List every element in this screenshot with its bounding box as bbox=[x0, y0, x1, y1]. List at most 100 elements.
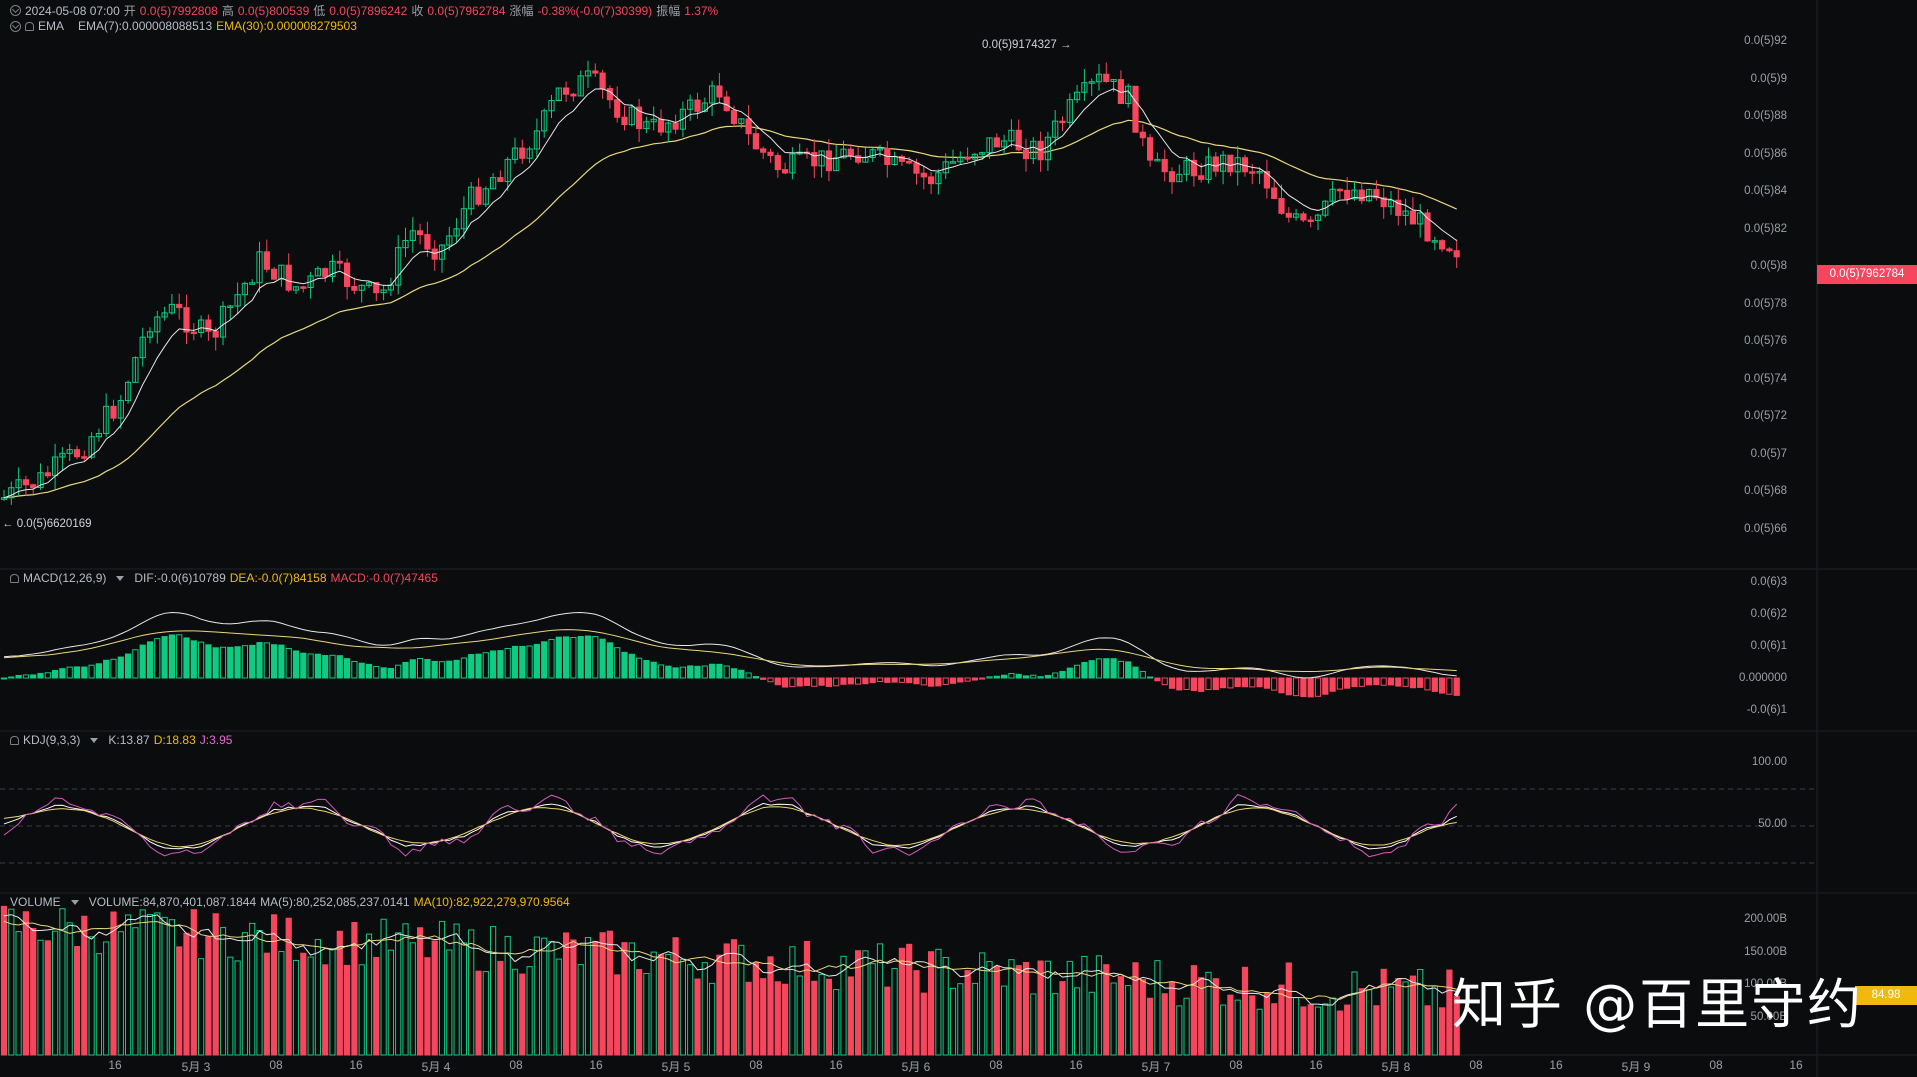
macd-histogram-bar bbox=[1022, 675, 1030, 679]
volume-bar bbox=[1417, 968, 1424, 1056]
volume-bar bbox=[1074, 987, 1081, 1056]
macd-histogram-bar bbox=[219, 646, 227, 679]
alert-icon[interactable] bbox=[10, 573, 19, 583]
macd-legend: MACD(12,26,9) DIF:-0.0(6)10789 DEA:-0.0(… bbox=[10, 571, 438, 585]
macd-histogram-bar bbox=[482, 652, 489, 679]
candle-down bbox=[928, 176, 935, 185]
macd-histogram-bar bbox=[1154, 677, 1161, 682]
candle-down bbox=[1307, 219, 1314, 223]
candle-down bbox=[1059, 120, 1066, 124]
candle-down bbox=[760, 148, 767, 153]
volume-bar bbox=[1168, 981, 1176, 1056]
ema7-value: EMA(7):0.000008088513 bbox=[78, 19, 213, 33]
time-tick: 16 bbox=[349, 1058, 363, 1072]
volume-bar bbox=[942, 956, 949, 1056]
macd-histogram-bar bbox=[833, 677, 840, 687]
volume-bar bbox=[811, 980, 818, 1056]
volume-bar bbox=[183, 932, 190, 1056]
macd-histogram-bar bbox=[52, 669, 59, 679]
macd-histogram-bar bbox=[132, 649, 139, 679]
macd-histogram-bar bbox=[110, 658, 117, 679]
volume-bar bbox=[1205, 971, 1212, 1056]
macd-histogram-bar bbox=[898, 677, 905, 683]
macd-histogram-bar bbox=[1256, 677, 1263, 688]
macd-histogram-bar bbox=[402, 661, 409, 679]
volume-bar bbox=[643, 972, 650, 1056]
volume-bar bbox=[774, 981, 781, 1056]
volume-bar bbox=[1022, 961, 1030, 1056]
candle-down bbox=[614, 99, 621, 118]
macd-histogram-bar bbox=[307, 653, 314, 679]
macd-histogram-bar bbox=[1271, 677, 1278, 691]
time-tick: 08 bbox=[749, 1058, 763, 1072]
chevron-down-icon[interactable] bbox=[116, 575, 125, 581]
candle-down bbox=[752, 133, 759, 150]
volume-bar bbox=[205, 936, 212, 1056]
volume-bar bbox=[176, 946, 183, 1056]
price-tick: 0.0(5)88 bbox=[1744, 110, 1787, 122]
macd-histogram-bar bbox=[1409, 677, 1417, 689]
macd-histogram-bar bbox=[395, 664, 402, 679]
macd-histogram-bar bbox=[709, 663, 716, 679]
amplitude-value: 1.37% bbox=[684, 3, 719, 18]
macd-histogram-bar bbox=[891, 677, 898, 683]
volume-bar bbox=[409, 942, 416, 1056]
candle-down bbox=[1285, 212, 1292, 218]
macd-histogram-bar bbox=[1373, 677, 1380, 686]
volume-bar bbox=[1402, 981, 1409, 1056]
ema30-value: EMA(30):0.000008279503 bbox=[216, 19, 357, 33]
ema-legend: EMA EMA(7):0.000008088513 EMA(30):0.0000… bbox=[10, 19, 357, 33]
macd-histogram-bar bbox=[650, 661, 657, 679]
candle-down bbox=[519, 147, 526, 159]
volume-bar bbox=[1103, 964, 1110, 1056]
high-marker: 0.0(5)9174327 → bbox=[982, 39, 1072, 51]
macd-histogram-bar bbox=[1322, 677, 1329, 695]
candle-down bbox=[190, 331, 197, 335]
current-price-tag: 0.0(5)7962784 bbox=[1817, 265, 1917, 284]
volume-bar bbox=[1234, 999, 1241, 1056]
volume-bar bbox=[650, 951, 657, 1056]
macd-histogram-bar bbox=[1139, 671, 1146, 679]
macd-histogram-bar bbox=[628, 653, 635, 679]
macd-histogram-bar bbox=[679, 666, 686, 679]
volume-bar bbox=[22, 911, 29, 1056]
alert-icon[interactable] bbox=[25, 21, 34, 31]
volume-bar bbox=[847, 976, 854, 1056]
volume-tick: 200.00B bbox=[1744, 913, 1787, 925]
alert-icon[interactable] bbox=[10, 735, 19, 745]
volume-bar bbox=[818, 973, 825, 1056]
candle-down bbox=[1278, 198, 1285, 214]
macd-histogram-bar bbox=[1453, 677, 1460, 696]
macd-histogram-bar bbox=[1314, 677, 1322, 697]
volume-bar bbox=[738, 944, 745, 1056]
volume-bar bbox=[519, 973, 526, 1056]
candle-down bbox=[1358, 189, 1365, 202]
macd-histogram-bar bbox=[1417, 677, 1424, 688]
macd-histogram-bar bbox=[431, 660, 438, 679]
chart-canvas[interactable] bbox=[0, 0, 1917, 1077]
volume-bar bbox=[789, 946, 796, 1056]
volume-bar bbox=[475, 970, 482, 1056]
volume-bar bbox=[263, 952, 270, 1056]
macd-histogram-bar bbox=[271, 644, 278, 679]
candle-down bbox=[1249, 171, 1256, 174]
macd-value: MACD:-0.0(7)47465 bbox=[330, 571, 438, 585]
macd-histogram-bar bbox=[212, 647, 219, 679]
macd-histogram-bar bbox=[1212, 677, 1219, 691]
volume-bar bbox=[168, 919, 176, 1056]
time-tick: 16 bbox=[1069, 1058, 1083, 1072]
volume-bar bbox=[81, 915, 88, 1056]
macd-histogram-bar bbox=[183, 637, 190, 679]
volume-bar bbox=[329, 948, 336, 1056]
candle-down bbox=[920, 172, 927, 178]
toggle-icon[interactable] bbox=[10, 5, 21, 16]
volume-bar bbox=[438, 920, 446, 1056]
candle-down bbox=[300, 286, 307, 289]
volume-bar bbox=[1030, 993, 1037, 1056]
volume-bar bbox=[37, 939, 44, 1056]
chevron-down-icon[interactable] bbox=[70, 899, 79, 905]
chevron-down-icon[interactable] bbox=[90, 737, 99, 743]
macd-histogram-bar bbox=[344, 658, 351, 679]
toggle-icon[interactable] bbox=[10, 20, 21, 32]
candle-down bbox=[1132, 85, 1139, 133]
